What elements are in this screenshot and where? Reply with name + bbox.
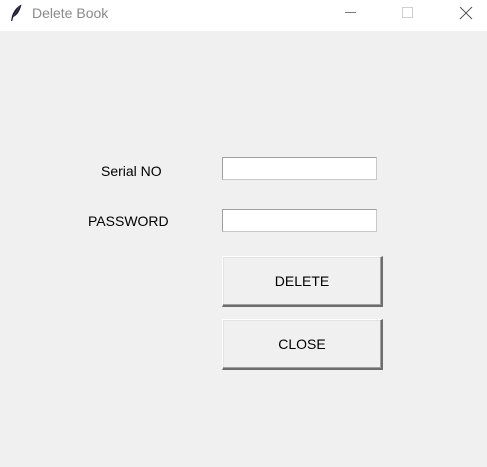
- serial-no-label: Serial NO: [101, 163, 162, 179]
- delete-button[interactable]: DELETE: [222, 256, 383, 307]
- form-area: Serial NO PASSWORD DELETE CLOSE: [0, 31, 487, 467]
- window-title: Delete Book: [32, 5, 109, 21]
- delete-book-window: Delete Book Serial NO PASSWORD DELETE CL…: [0, 0, 487, 467]
- delete-button-label: DELETE: [274, 273, 330, 289]
- feather-icon: [9, 4, 23, 22]
- password-input[interactable]: [222, 209, 377, 232]
- maximize-button[interactable]: [384, 0, 430, 31]
- close-button-label: CLOSE: [278, 336, 326, 352]
- minimize-button[interactable]: [327, 0, 373, 31]
- serial-no-input[interactable]: [222, 157, 377, 180]
- password-label: PASSWORD: [88, 213, 169, 229]
- close-window-button[interactable]: [442, 0, 487, 31]
- close-button[interactable]: CLOSE: [222, 319, 383, 370]
- title-bar[interactable]: Delete Book: [0, 0, 487, 31]
